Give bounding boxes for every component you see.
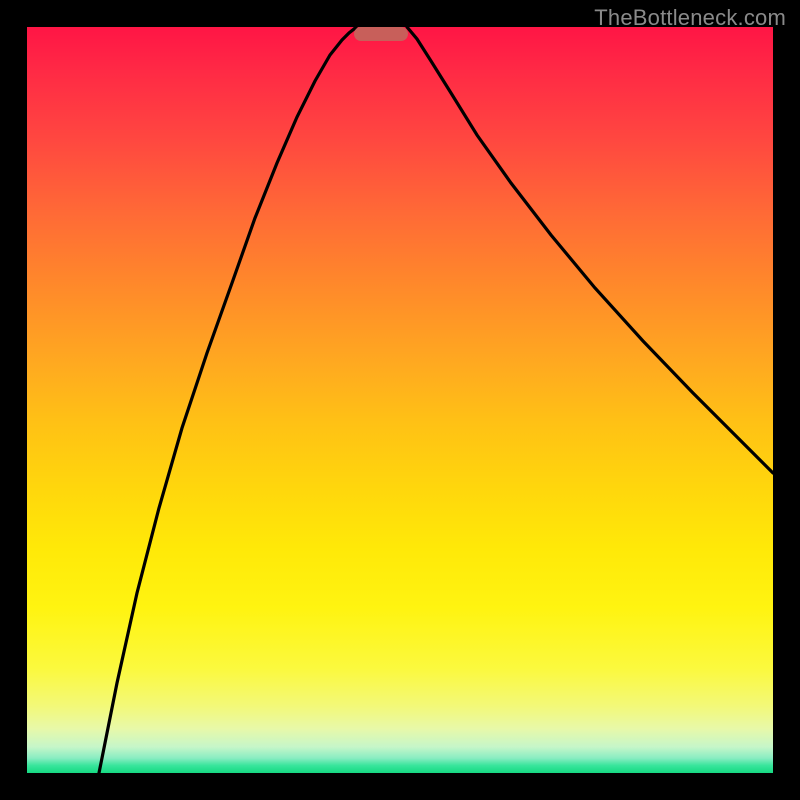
watermark-text: TheBottleneck.com bbox=[594, 5, 786, 31]
outer-frame: TheBottleneck.com bbox=[0, 0, 800, 800]
bottleneck-curve-right bbox=[407, 27, 773, 473]
optimal-range-marker bbox=[354, 27, 408, 41]
curve-overlay bbox=[27, 27, 773, 773]
bottleneck-curve-left bbox=[99, 27, 356, 773]
plot-area bbox=[27, 27, 773, 773]
